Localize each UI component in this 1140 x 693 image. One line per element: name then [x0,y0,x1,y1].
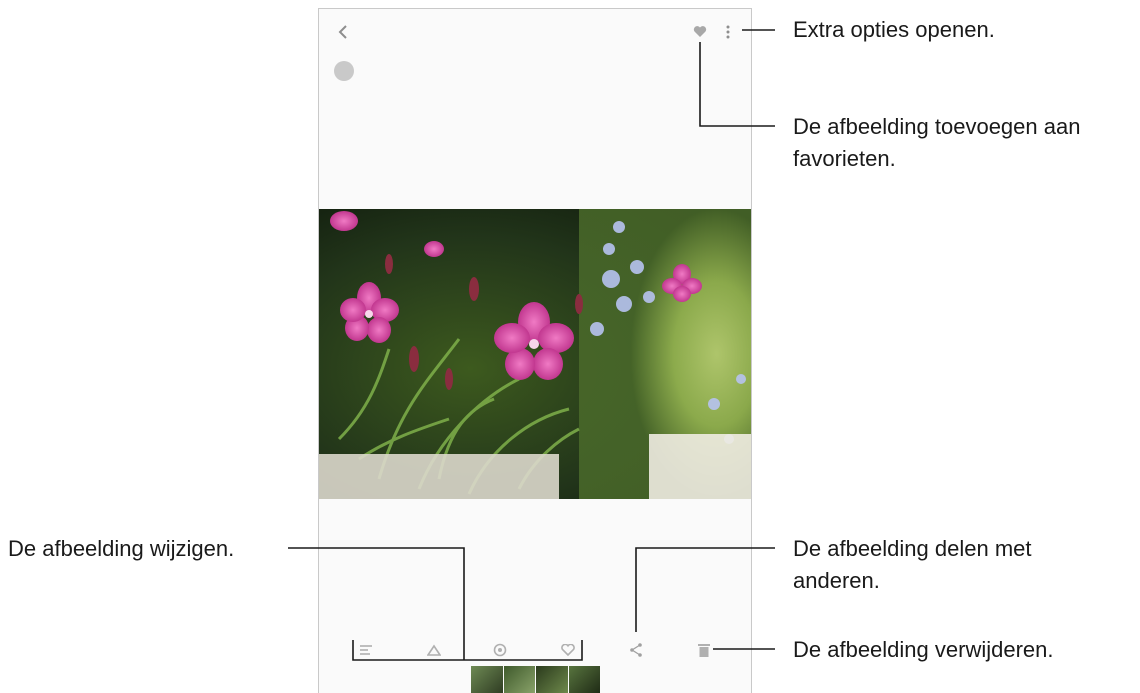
thumbnail[interactable] [568,666,601,693]
info-circle-icon[interactable] [332,59,356,83]
callout-more-options: Extra opties openen. [793,17,995,42]
callout-delete: De afbeelding verwijderen. [793,637,1054,662]
adjust-icon[interactable] [357,641,375,659]
thumbnail[interactable] [503,666,536,693]
thumbnail[interactable] [471,666,504,693]
callout-share-line1: De afbeelding delen met [793,536,1032,561]
favorite-heart-icon[interactable] [691,22,709,40]
favorite-icon[interactable] [559,641,577,659]
share-icon[interactable] [627,641,645,659]
flower-photo-illustration [319,209,751,499]
edit-icon[interactable] [425,641,443,659]
filter-icon[interactable] [491,641,509,659]
gallery-photo[interactable] [319,209,751,499]
delete-icon[interactable] [695,640,713,660]
callout-edit: De afbeelding wijzigen. [8,536,235,561]
back-icon[interactable] [333,21,353,43]
callout-favorite-line1: De afbeelding toevoegen aan [793,114,1081,139]
callout-share-line2: anderen. [793,568,880,593]
more-options-icon[interactable] [721,21,735,43]
thumbnail[interactable] [536,666,569,693]
callout-favorite-line2: favorieten. [793,146,896,171]
phone-screen [318,8,752,693]
thumbnail-strip[interactable] [471,666,601,693]
